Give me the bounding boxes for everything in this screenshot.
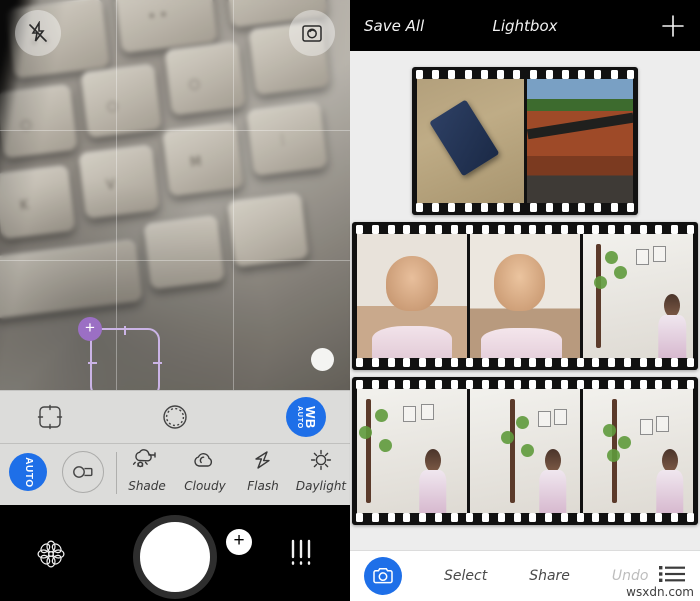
film-perforations-top [356, 225, 694, 234]
wb-option-label: Shade [128, 479, 166, 493]
add-photo-icon[interactable] [660, 13, 686, 39]
auto-mode-label: AUTO [22, 456, 34, 488]
wb-option-daylight[interactable]: Daylight [292, 447, 350, 493]
exposure-ring-icon[interactable] [160, 402, 190, 437]
photo-thumbnail[interactable] [417, 79, 524, 203]
film-frames [352, 389, 698, 513]
photo-thumbnail[interactable] [470, 389, 580, 513]
film-perforations-bottom [356, 358, 694, 367]
lightbox-bottom-toolbar: Select Share Undo [350, 550, 700, 601]
wb-option-cloudy[interactable]: Cloudy [176, 447, 234, 493]
flash-off-glyph [29, 21, 47, 42]
keyboard-keys-decoration: • • • • ○ ○ ○ K V M ⋮ [0, 0, 350, 390]
film-frames [352, 234, 698, 358]
camera-viewfinder[interactable]: • • • • ○ ○ ○ K V M ⋮ + [0, 0, 350, 390]
app-root: • • • • ○ ○ ○ K V M ⋮ + WB AUTO AUTO Sha… [0, 0, 700, 601]
filmstrip-row-3[interactable] [352, 377, 698, 525]
camera-control-row-wb: AUTO Shade Cloudy Flash Daylight [0, 443, 350, 505]
settings-bars-glyph [291, 539, 311, 565]
page-title: Lightbox [492, 16, 558, 35]
undo-button: Undo [611, 568, 649, 584]
photo-thumbnail[interactable] [357, 234, 467, 358]
camera-control-row-primary: WB AUTO [0, 391, 350, 444]
focus-handle[interactable]: + [78, 317, 102, 341]
exposure-ring-glyph [163, 405, 187, 429]
flower-glyph [37, 540, 65, 568]
wb-option-flash[interactable]: Flash [234, 447, 292, 493]
camera-button[interactable] [364, 557, 402, 595]
film-perforations-top [416, 70, 634, 79]
lightbox-panel: Save All Lightbox Select Share Undo wsxd… [350, 0, 700, 601]
white-balance-badge[interactable]: WB AUTO [286, 397, 326, 437]
cloudy-icon [194, 453, 213, 467]
wb-badge-sub: AUTO [295, 405, 303, 429]
white-balance-options: Shade Cloudy Flash Daylight [118, 447, 350, 493]
camera-icon [373, 568, 393, 584]
photo-thumbnail[interactable] [583, 389, 693, 513]
camera-panel: • • • • ○ ○ ○ K V M ⋮ + WB AUTO AUTO Sha… [0, 0, 350, 601]
photo-thumbnail[interactable] [470, 234, 580, 358]
wb-badge-inner: WB AUTO [295, 405, 318, 429]
wb-option-label: Flash [247, 479, 279, 493]
settings-bars-icon[interactable] [284, 537, 318, 574]
film-perforations-bottom [416, 203, 634, 212]
plus-glyph [662, 14, 684, 37]
wb-badge-main: WB [302, 405, 318, 429]
camera-control-strip: WB AUTO AUTO Shade Cloudy Flash Daylight [0, 390, 350, 505]
switch-camera-icon[interactable] [289, 10, 335, 56]
divider [116, 452, 117, 494]
wb-option-shade[interactable]: Shade [118, 447, 176, 493]
lens-icon [73, 466, 93, 478]
lens-button[interactable] [62, 451, 104, 493]
shutter-button[interactable] [133, 515, 217, 599]
flash-off-icon[interactable] [15, 10, 61, 56]
share-button[interactable]: Share [529, 568, 570, 584]
flash-icon [255, 451, 270, 469]
wb-option-label: Daylight [295, 479, 347, 493]
photo-thumbnail[interactable] [526, 79, 633, 203]
auto-mode-button[interactable]: AUTO [9, 453, 47, 491]
filmstrip-row-2[interactable] [352, 222, 698, 370]
wb-option-label: Cloudy [184, 479, 226, 493]
film-perforations-top [356, 380, 694, 389]
switch-camera-glyph [302, 25, 322, 42]
photo-thumbnail[interactable] [583, 234, 693, 358]
menu-list-glyph [659, 565, 685, 582]
filmstrip-row-1[interactable] [412, 67, 638, 215]
shade-icon [132, 449, 156, 468]
save-all-button[interactable]: Save All [364, 17, 424, 35]
menu-list-icon[interactable] [658, 563, 686, 590]
focus-frame-icon[interactable] [36, 403, 64, 436]
exposure-point[interactable] [311, 348, 334, 371]
film-frames [412, 79, 638, 203]
lightbox-gallery [350, 51, 700, 550]
photo-thumbnail[interactable] [357, 389, 467, 513]
focus-frame-glyph [37, 404, 63, 430]
effects-flower-icon[interactable] [32, 535, 70, 578]
select-button[interactable]: Select [444, 568, 487, 584]
lightbox-topbar: Save All Lightbox [350, 0, 700, 51]
film-perforations-bottom [356, 513, 694, 522]
daylight-icon [310, 449, 332, 471]
camera-shutter-bar: + [0, 505, 350, 601]
add-button[interactable]: + [226, 529, 252, 555]
